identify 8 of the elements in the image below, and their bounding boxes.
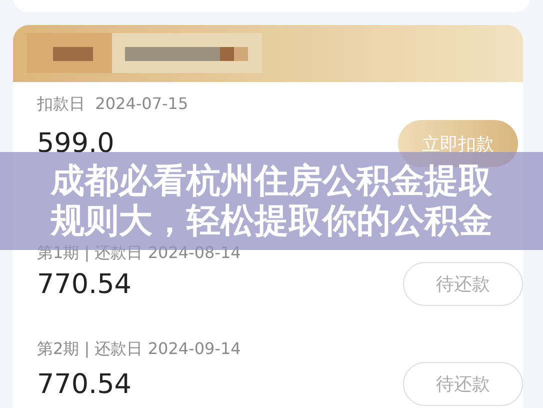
amount: 599.0 xyxy=(37,128,114,159)
deduction-date: 扣款日 2024-07-15 xyxy=(37,95,188,113)
caption-line: 规则大，轻松提取你的公积金 xyxy=(50,202,492,240)
status-button[interactable]: 待还款 xyxy=(403,262,523,306)
amount: 770.54 xyxy=(37,368,132,400)
amount: 770.54 xyxy=(37,268,132,300)
installment-date: 第2期 | 还款日 2024-09-14 xyxy=(37,340,241,358)
status-button[interactable]: 待还款 xyxy=(403,362,523,406)
